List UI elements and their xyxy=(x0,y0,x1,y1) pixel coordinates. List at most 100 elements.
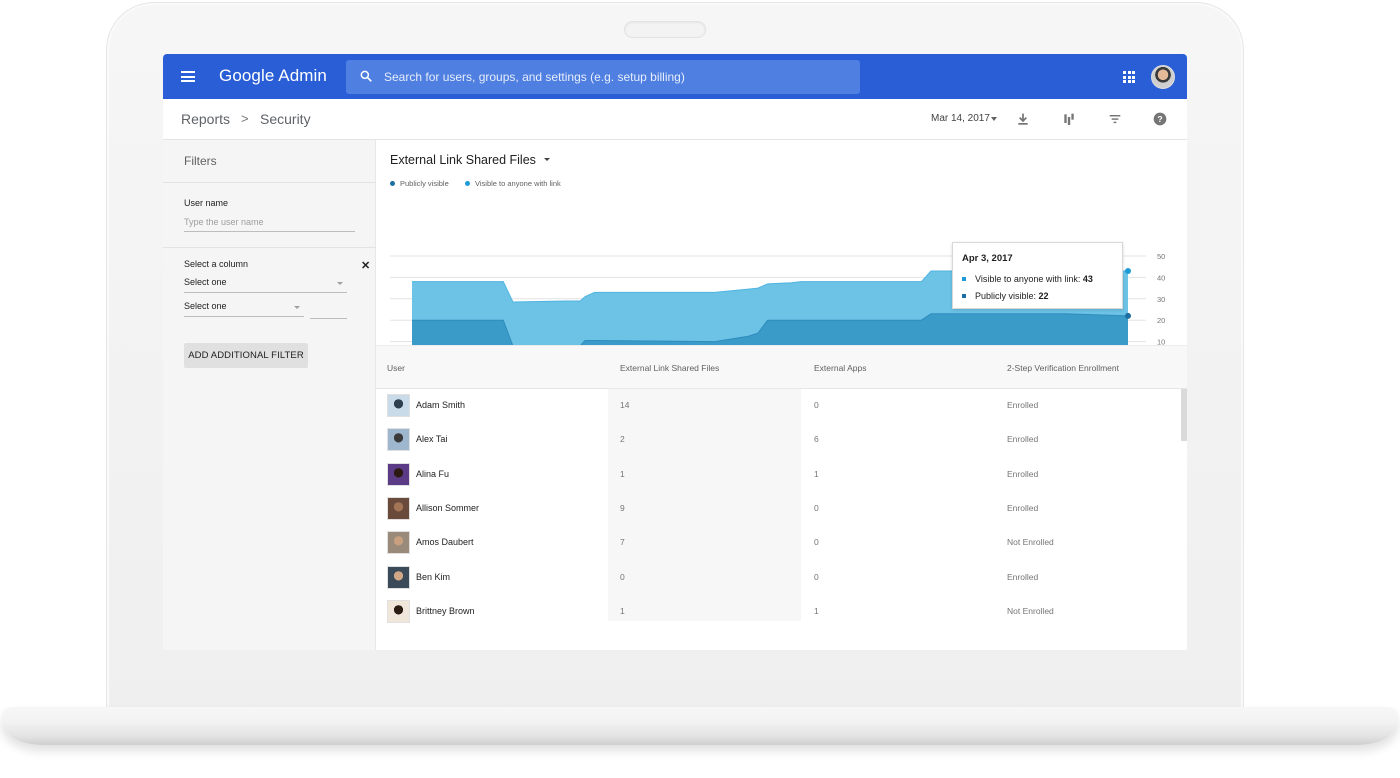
tooltip-value: 43 xyxy=(1082,274,1093,284)
user-avatar xyxy=(387,394,410,417)
search-input[interactable]: Search for users, groups, and settings (… xyxy=(384,70,685,84)
enrollment-cell: Enrolled xyxy=(1007,571,1039,582)
user-name[interactable]: Allison Sommer xyxy=(416,503,479,513)
table-row[interactable]: Ben Kim 0 0 Enrolled xyxy=(376,561,1181,595)
enrollment-cell: Enrolled xyxy=(1007,468,1039,479)
user-name[interactable]: Alina Fu xyxy=(416,469,449,479)
column-select-value: Select one xyxy=(184,277,227,287)
account-avatar[interactable] xyxy=(1151,65,1175,89)
user-avatar xyxy=(387,428,410,452)
user-avatar xyxy=(387,496,410,520)
table-header: User External Link Shared Files External… xyxy=(376,345,1187,389)
search-bar[interactable]: Search for users, groups, and settings (… xyxy=(346,60,860,94)
operator-select-value: Select one xyxy=(184,301,227,311)
enrollment-cell: Enrolled xyxy=(1007,502,1039,513)
external-link-files-cell: 2 xyxy=(620,434,625,445)
breadcrumb-separator-icon: > xyxy=(241,111,249,126)
external-link-files-cell: 1 xyxy=(620,468,625,479)
tooltip-row-public: Publicly visible: 22 xyxy=(962,291,1049,301)
y-tick-label: 40 xyxy=(1157,273,1165,282)
tooltip-marker-icon xyxy=(962,277,966,281)
select-column-label: Select a column xyxy=(184,259,249,269)
user-name-input[interactable] xyxy=(184,212,355,232)
table-row[interactable]: Adam Smith 14 0 Enrolled xyxy=(376,389,1181,423)
tooltip-label: Visible to anyone with link xyxy=(975,274,1078,284)
app-bar: Google Admin Search for users, groups, a… xyxy=(163,54,1187,99)
chevron-down-icon xyxy=(294,306,300,309)
user-name[interactable]: Brittney Brown xyxy=(416,606,475,616)
laptop-base xyxy=(2,707,1398,745)
filter-icon[interactable] xyxy=(1107,111,1123,127)
y-tick-label: 50 xyxy=(1157,252,1165,261)
filters-title: Filters xyxy=(184,154,217,168)
user-avatar xyxy=(387,462,410,486)
column-header-user[interactable]: User xyxy=(387,363,405,373)
hamburger-menu-icon[interactable] xyxy=(181,71,195,82)
columns-icon[interactable] xyxy=(1061,111,1077,127)
add-additional-filter-button[interactable]: ADD ADDITIONAL FILTER xyxy=(184,343,308,368)
external-link-files-cell: 14 xyxy=(620,400,630,410)
y-tick-label: 20 xyxy=(1157,316,1165,325)
external-apps-cell: 1 xyxy=(814,605,819,616)
external-apps-cell: 6 xyxy=(814,434,819,445)
table-row[interactable]: Alex Tai 2 6 Enrolled xyxy=(376,423,1181,457)
user-name-label: User name xyxy=(184,198,229,208)
user-avatar xyxy=(387,599,410,623)
external-apps-cell: 1 xyxy=(814,468,819,479)
divider xyxy=(163,182,376,183)
enrollment-cell: Enrolled xyxy=(1007,434,1039,445)
chart-panel: External Link Shared Files Publicly visi… xyxy=(376,140,1187,375)
operator-select[interactable]: Select one xyxy=(184,301,304,317)
sub-toolbar: Reports > Security Mar 14, 2017 ? xyxy=(163,99,1187,140)
user-avatar xyxy=(387,565,410,589)
divider xyxy=(163,247,376,248)
external-link-files-cell: 0 xyxy=(620,571,625,582)
column-header-enrollment[interactable]: 2-Step Verification Enrollment xyxy=(1007,363,1119,373)
apps-grid-icon[interactable] xyxy=(1123,71,1135,83)
user-name[interactable]: Alex Tai xyxy=(416,434,447,444)
table-row[interactable]: Alina Fu 1 1 Enrolled xyxy=(376,458,1181,492)
tooltip-row-link: Visible to anyone with link: 43 xyxy=(962,274,1093,284)
data-point-anyone-with-link xyxy=(1125,267,1131,274)
help-icon[interactable]: ? xyxy=(1152,111,1168,127)
laptop-camera xyxy=(624,21,706,38)
column-header-files[interactable]: External Link Shared Files xyxy=(620,363,719,373)
column-select[interactable]: Select one xyxy=(184,277,347,293)
user-avatar xyxy=(387,531,410,555)
table-row[interactable]: Amos Daubert 7 0 Not Enrolled xyxy=(376,526,1181,560)
external-apps-cell: 0 xyxy=(814,400,819,410)
data-point-publicly-visible xyxy=(1125,312,1131,319)
chart-tooltip: Apr 3, 2017 Visible to anyone with link:… xyxy=(952,242,1123,309)
y-tick-label: 30 xyxy=(1157,295,1165,304)
table-scrollbar[interactable] xyxy=(1181,389,1187,441)
remove-filter-close-icon[interactable]: ✕ xyxy=(361,259,370,272)
tooltip-date: Apr 3, 2017 xyxy=(962,253,1013,264)
app-brand[interactable]: Google Admin xyxy=(219,66,327,86)
table-row[interactable]: Allison Sommer 9 0 Enrolled xyxy=(376,492,1181,526)
search-icon xyxy=(360,70,372,82)
download-icon[interactable] xyxy=(1015,111,1031,127)
date-dropdown-caret-icon[interactable] xyxy=(991,117,997,121)
external-link-files-cell: 9 xyxy=(620,502,625,513)
user-name[interactable]: Ben Kim xyxy=(416,572,450,582)
date-picker[interactable]: Mar 14, 2017 xyxy=(931,113,990,124)
svg-text:?: ? xyxy=(1157,114,1162,124)
external-apps-cell: 0 xyxy=(814,571,819,582)
tooltip-label: Publicly visible xyxy=(975,291,1034,301)
external-apps-cell: 0 xyxy=(814,502,819,513)
table-row[interactable]: Brittney Brown 1 1 Not Enrolled xyxy=(376,595,1181,629)
enrollment-cell: Not Enrolled xyxy=(1007,605,1054,616)
user-name[interactable]: Amos Daubert xyxy=(416,537,474,547)
external-apps-cell: 0 xyxy=(814,537,819,548)
breadcrumb-security: Security xyxy=(260,111,311,127)
column-header-apps[interactable]: External Apps xyxy=(814,363,866,373)
external-link-files-cell: 1 xyxy=(620,605,625,616)
user-name[interactable]: Adam Smith xyxy=(416,400,465,410)
filter-value-input[interactable] xyxy=(310,311,347,319)
breadcrumb-reports[interactable]: Reports xyxy=(181,111,230,127)
screen: Google Admin Search for users, groups, a… xyxy=(163,54,1187,650)
chevron-down-icon xyxy=(337,282,343,285)
filters-panel: Filters User name Select a column ✕ Sele… xyxy=(163,140,376,650)
tooltip-value: 22 xyxy=(1038,291,1049,301)
external-link-files-cell: 7 xyxy=(620,537,625,548)
